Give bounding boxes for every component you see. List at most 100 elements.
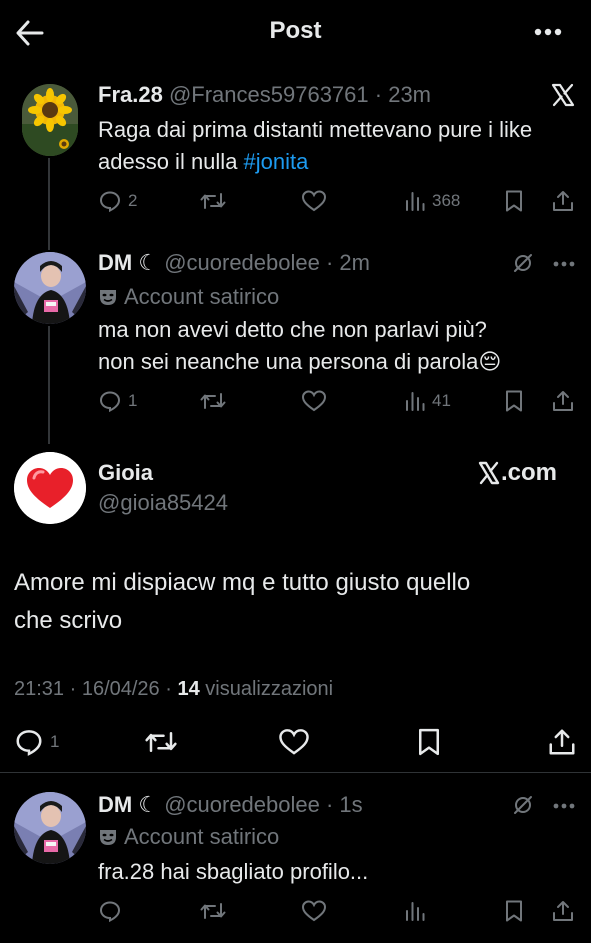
post-meta: 21:31 · 16/04/26 · 14 visualizzazioni: [14, 678, 333, 701]
views-button[interactable]: [404, 896, 426, 926]
share-button[interactable]: [551, 896, 575, 926]
reply-button[interactable]: [98, 896, 122, 926]
repost-button[interactable]: [200, 186, 226, 216]
reply-count: 1: [128, 391, 138, 410]
views-count: 41: [432, 391, 451, 410]
like-icon: [279, 729, 309, 755]
tweet-text-line: Raga dai prima distanti mettevano pure i…: [98, 117, 533, 142]
repost-button[interactable]: [144, 726, 178, 758]
action-bar: [0, 896, 591, 926]
share-icon: [553, 901, 573, 921]
author-name[interactable]: DM ☾: [98, 250, 158, 275]
grok-icon[interactable]: [512, 252, 534, 274]
views-label: visualizzazioni: [199, 678, 334, 700]
reply-icon: [16, 730, 42, 756]
author-handle[interactable]: @cuoredebolee: [164, 250, 320, 275]
divider: [0, 772, 591, 773]
post-text-line: Amore mi dispiacw mq e tutto giusto quel…: [14, 569, 471, 596]
like-icon: [301, 190, 327, 212]
avatar[interactable]: [14, 252, 86, 324]
author-handle[interactable]: @Frances59763761: [169, 82, 369, 107]
grok-icon[interactable]: [512, 794, 534, 816]
tweet-text-part: adesso il nulla: [98, 149, 244, 174]
reply-button[interactable]: 2: [98, 186, 137, 216]
tweet-header: DM ☾ @cuoredebolee · 2m: [98, 250, 370, 276]
author-name[interactable]: Gioia: [98, 460, 153, 486]
author-handle[interactable]: @cuoredebolee: [164, 792, 320, 817]
more-icon[interactable]: [552, 254, 576, 274]
satirical-account-label: Account satirico: [98, 824, 279, 850]
views-total: 14: [177, 678, 200, 700]
views-button[interactable]: 41: [404, 386, 451, 416]
satirical-label-text: Account satirico: [124, 824, 280, 849]
author-handle[interactable]: @gioia85424: [98, 490, 228, 516]
views-count: 368: [432, 191, 461, 210]
author-name[interactable]: Fra.28: [98, 82, 163, 107]
hashtag-link[interactable]: #jonita: [244, 149, 309, 174]
avatar[interactable]: [14, 792, 86, 864]
avatar[interactable]: [14, 452, 86, 524]
satirical-label-text: Account satirico: [124, 284, 280, 309]
repost-button[interactable]: [200, 896, 226, 926]
views-icon: [406, 902, 425, 921]
views-icon: [406, 392, 425, 411]
bookmark-button[interactable]: [503, 186, 525, 216]
tweet-text-line: ma non avevi detto che non parlavi più?: [98, 317, 487, 342]
tweet-text: Raga dai prima distanti mettevano pure i…: [98, 114, 583, 178]
reply-icon: [99, 901, 121, 923]
share-button[interactable]: [547, 726, 577, 758]
tweet-text: ma non avevi detto che non parlavi più? …: [98, 314, 583, 378]
post-text-line: che scrivo: [14, 607, 123, 634]
bookmark-button[interactable]: [503, 896, 525, 926]
post-time: · 23m: [374, 82, 432, 107]
repost-icon: [200, 393, 226, 409]
share-icon: [553, 391, 573, 411]
x-logo-icon: [478, 461, 500, 485]
reply-button[interactable]: 1: [98, 386, 137, 416]
tweet-header: DM ☾ @cuoredebolee · 1s: [98, 792, 363, 818]
reply-icon: [99, 391, 121, 413]
post-time: · 1s: [325, 792, 363, 817]
x-com-watermark: .com: [478, 459, 557, 487]
top-bar: Post: [0, 0, 591, 64]
repost-icon: [145, 732, 177, 752]
post-timestamp[interactable]: 21:31 · 16/04/26 ·: [14, 678, 177, 700]
bookmark-icon: [419, 728, 439, 756]
share-icon: [553, 191, 573, 211]
bookmark-button[interactable]: [415, 726, 443, 758]
reply-button[interactable]: 1: [14, 726, 59, 758]
post-time: · 2m: [325, 250, 370, 275]
tweet-header: Fra.28 @Frances59763761 · 23m: [98, 82, 431, 108]
reply-icon: [99, 191, 121, 213]
like-button[interactable]: [301, 186, 327, 216]
bookmark-icon: [506, 390, 522, 412]
like-icon: [301, 900, 327, 922]
action-bar: 1: [0, 726, 591, 758]
satirical-account-label: Account satirico: [98, 284, 279, 310]
share-icon: [549, 729, 575, 755]
heart-emoji: [14, 452, 86, 524]
page-title: Post: [269, 17, 322, 44]
bookmark-button[interactable]: [503, 386, 525, 416]
share-button[interactable]: [551, 386, 575, 416]
more-icon[interactable]: [552, 796, 576, 816]
like-button[interactable]: [278, 726, 310, 758]
views-button[interactable]: 368: [404, 186, 460, 216]
reply-count: 1: [50, 732, 60, 751]
repost-icon: [200, 903, 226, 919]
share-button[interactable]: [551, 186, 575, 216]
reply-count: 2: [128, 191, 138, 210]
like-button[interactable]: [301, 896, 327, 926]
tweet-text: fra.28 hai sbagliato profilo...: [98, 859, 369, 884]
author-name[interactable]: DM ☾: [98, 792, 158, 817]
avatar[interactable]: [22, 84, 78, 156]
like-button[interactable]: [301, 386, 327, 416]
bookmark-icon: [506, 190, 522, 212]
thread-line: [48, 326, 50, 444]
more-icon[interactable]: [530, 20, 566, 44]
post-text: Amore mi dispiacw mq e tutto giusto quel…: [14, 564, 574, 640]
mask-icon: [98, 287, 118, 307]
action-bar: 1 41: [0, 386, 591, 416]
repost-button[interactable]: [200, 386, 226, 416]
like-icon: [301, 390, 327, 412]
